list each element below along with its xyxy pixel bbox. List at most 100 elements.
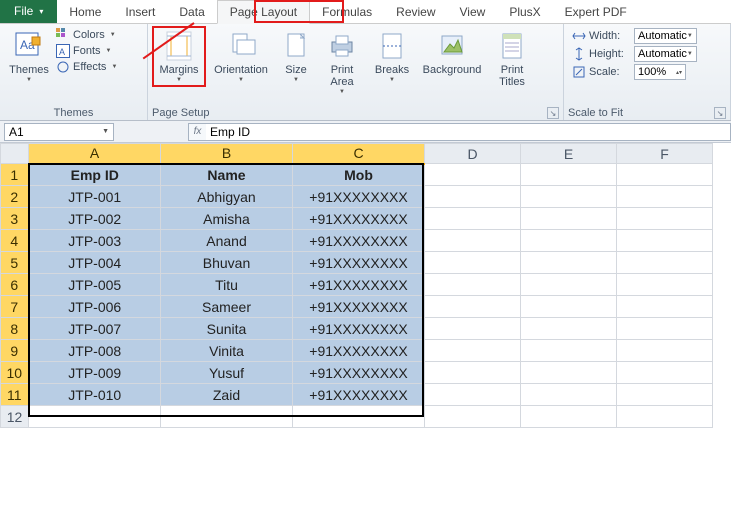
cell[interactable] <box>521 274 617 296</box>
cell[interactable] <box>521 384 617 406</box>
cell[interactable] <box>521 208 617 230</box>
cell[interactable]: JTP-009 <box>29 362 161 384</box>
cell[interactable]: JTP-003 <box>29 230 161 252</box>
cell[interactable] <box>521 296 617 318</box>
print-area-button[interactable]: Print Area ▼ <box>318 26 366 97</box>
cell[interactable] <box>617 384 713 406</box>
cell[interactable] <box>425 208 521 230</box>
cell[interactable]: +91XXXXXXXX <box>293 384 425 406</box>
orientation-button[interactable]: Orientation ▼ <box>208 26 274 85</box>
margins-button[interactable]: Margins ▼ <box>152 26 206 87</box>
cell[interactable]: Mob <box>293 164 425 186</box>
row-header[interactable]: 10 <box>1 362 29 384</box>
row-header[interactable]: 4 <box>1 230 29 252</box>
cell[interactable]: +91XXXXXXXX <box>293 318 425 340</box>
dialog-launcher-icon[interactable]: ↘ <box>714 107 726 119</box>
colors-button[interactable]: Colors ▼ <box>56 28 117 42</box>
cell[interactable]: Emp ID <box>29 164 161 186</box>
cell[interactable]: JTP-002 <box>29 208 161 230</box>
cell[interactable]: Amisha <box>161 208 293 230</box>
row-header[interactable]: 2 <box>1 186 29 208</box>
cell[interactable]: Vinita <box>161 340 293 362</box>
row-header[interactable]: 1 <box>1 164 29 186</box>
cell[interactable] <box>617 274 713 296</box>
cell[interactable]: Titu <box>161 274 293 296</box>
cell[interactable]: JTP-007 <box>29 318 161 340</box>
cell[interactable] <box>521 406 617 428</box>
cell[interactable] <box>425 362 521 384</box>
row-header[interactable]: 5 <box>1 252 29 274</box>
col-header-a[interactable]: A <box>29 144 161 164</box>
cell[interactable] <box>521 164 617 186</box>
cell[interactable] <box>617 406 713 428</box>
row-header[interactable]: 9 <box>1 340 29 362</box>
tab-insert[interactable]: Insert <box>113 1 167 23</box>
cell[interactable] <box>425 318 521 340</box>
col-header-f[interactable]: F <box>617 144 713 164</box>
cell[interactable]: Name <box>161 164 293 186</box>
cell[interactable] <box>521 318 617 340</box>
row-header[interactable]: 11 <box>1 384 29 406</box>
cell[interactable]: Yusuf <box>161 362 293 384</box>
print-titles-button[interactable]: Print Titles <box>488 26 536 90</box>
cell[interactable]: Sunita <box>161 318 293 340</box>
col-header-b[interactable]: B <box>161 144 293 164</box>
col-header-e[interactable]: E <box>521 144 617 164</box>
fonts-button[interactable]: A Fonts ▼ <box>56 44 117 58</box>
cell[interactable]: +91XXXXXXXX <box>293 208 425 230</box>
cell[interactable] <box>425 296 521 318</box>
cell[interactable] <box>617 186 713 208</box>
dialog-launcher-icon[interactable]: ↘ <box>547 107 559 119</box>
cell[interactable]: +91XXXXXXXX <box>293 230 425 252</box>
cell[interactable]: +91XXXXXXXX <box>293 252 425 274</box>
cell[interactable]: +91XXXXXXXX <box>293 274 425 296</box>
cell[interactable]: +91XXXXXXXX <box>293 296 425 318</box>
tab-plusx[interactable]: PlusX <box>497 1 552 23</box>
file-tab[interactable]: File ▾ <box>0 0 57 23</box>
cell[interactable]: Abhigyan <box>161 186 293 208</box>
height-control[interactable]: Height: Automatic▼ <box>572 46 697 62</box>
cell[interactable] <box>617 362 713 384</box>
cell[interactable] <box>521 340 617 362</box>
cell[interactable]: Bhuvan <box>161 252 293 274</box>
cell[interactable] <box>425 164 521 186</box>
cell[interactable] <box>425 384 521 406</box>
col-header-d[interactable]: D <box>425 144 521 164</box>
cell[interactable] <box>617 340 713 362</box>
cell[interactable]: Anand <box>161 230 293 252</box>
cell[interactable] <box>425 406 521 428</box>
cell[interactable]: Zaid <box>161 384 293 406</box>
cell[interactable] <box>161 406 293 428</box>
formula-input[interactable]: Emp ID <box>206 123 731 141</box>
row-header[interactable]: 8 <box>1 318 29 340</box>
cell[interactable] <box>617 318 713 340</box>
themes-button[interactable]: Aa Themes ▼ <box>4 26 54 85</box>
cell[interactable] <box>425 230 521 252</box>
cell[interactable] <box>617 252 713 274</box>
cell[interactable]: JTP-006 <box>29 296 161 318</box>
tab-view[interactable]: View <box>448 1 498 23</box>
cell[interactable]: JTP-008 <box>29 340 161 362</box>
row-header[interactable]: 3 <box>1 208 29 230</box>
cell[interactable] <box>617 208 713 230</box>
cell[interactable]: +91XXXXXXXX <box>293 340 425 362</box>
tab-review[interactable]: Review <box>384 1 447 23</box>
row-header[interactable]: 12 <box>1 406 29 428</box>
tab-expert-pdf[interactable]: Expert PDF <box>553 1 639 23</box>
cell[interactable] <box>29 406 161 428</box>
cell[interactable] <box>617 296 713 318</box>
cell[interactable] <box>293 406 425 428</box>
cell[interactable] <box>521 252 617 274</box>
col-header-c[interactable]: C <box>293 144 425 164</box>
width-value-box[interactable]: Automatic▼ <box>634 28 697 44</box>
cell[interactable]: +91XXXXXXXX <box>293 362 425 384</box>
width-control[interactable]: Width: Automatic▼ <box>572 28 697 44</box>
select-all-corner[interactable] <box>1 144 29 164</box>
cell[interactable] <box>521 186 617 208</box>
cell[interactable]: +91XXXXXXXX <box>293 186 425 208</box>
effects-button[interactable]: Effects ▼ <box>56 60 117 74</box>
scale-value-box[interactable]: 100%▴▾ <box>634 64 686 80</box>
cell[interactable] <box>617 230 713 252</box>
row-header[interactable]: 7 <box>1 296 29 318</box>
cell[interactable]: JTP-004 <box>29 252 161 274</box>
